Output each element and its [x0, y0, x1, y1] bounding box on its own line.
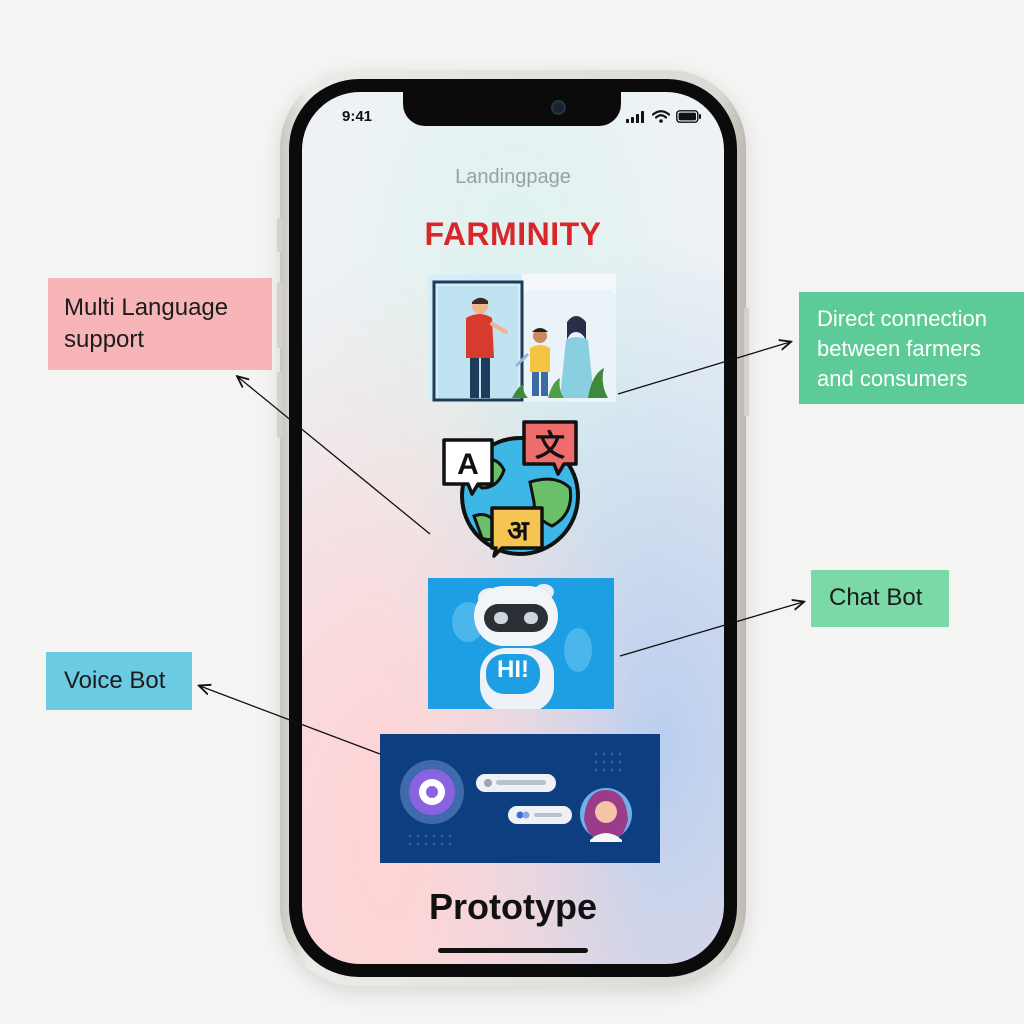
- status-icons: [626, 110, 702, 123]
- chat-bot-greeting: HI!: [497, 656, 529, 683]
- latin-glyph: A: [457, 448, 479, 481]
- silent-switch: [277, 218, 282, 252]
- front-camera: [551, 100, 566, 115]
- callout-voice-bot: Voice Bot: [46, 652, 192, 710]
- power-button: [744, 308, 749, 416]
- chat-bot-card[interactable]: HI!: [428, 578, 614, 709]
- footer-title: Prototype: [428, 886, 597, 927]
- page-subtitle: Landingpage: [455, 166, 571, 188]
- voice-bot-card[interactable]: [380, 734, 660, 863]
- notch: [403, 92, 621, 126]
- farmer-consumer-card[interactable]: [428, 274, 616, 402]
- robot-icon: [452, 584, 592, 709]
- signal-icon: [626, 110, 644, 123]
- callout-direct-connection: Direct connection between farmers and co…: [799, 292, 1024, 404]
- wifi-icon: [652, 110, 670, 123]
- volume-up-button: [277, 282, 282, 348]
- globe-translate-icon[interactable]: A 文 अ: [438, 418, 588, 558]
- volume-down-button: [277, 372, 282, 438]
- callout-multi-language: Multi Language support: [48, 278, 272, 370]
- phone-screen: 9:41 Landingpage FARMINITY A 文 अ HI! Pro…: [302, 92, 724, 964]
- chinese-glyph: 文: [535, 429, 565, 464]
- hindi-glyph: अ: [507, 514, 530, 547]
- battery-icon: [676, 110, 701, 123]
- status-time: 9:41: [342, 108, 373, 125]
- voice-orb-icon: [400, 760, 464, 824]
- app-title: FARMINITY: [424, 216, 602, 252]
- callout-chat-bot: Chat Bot: [811, 570, 949, 627]
- home-indicator[interactable]: [438, 948, 588, 953]
